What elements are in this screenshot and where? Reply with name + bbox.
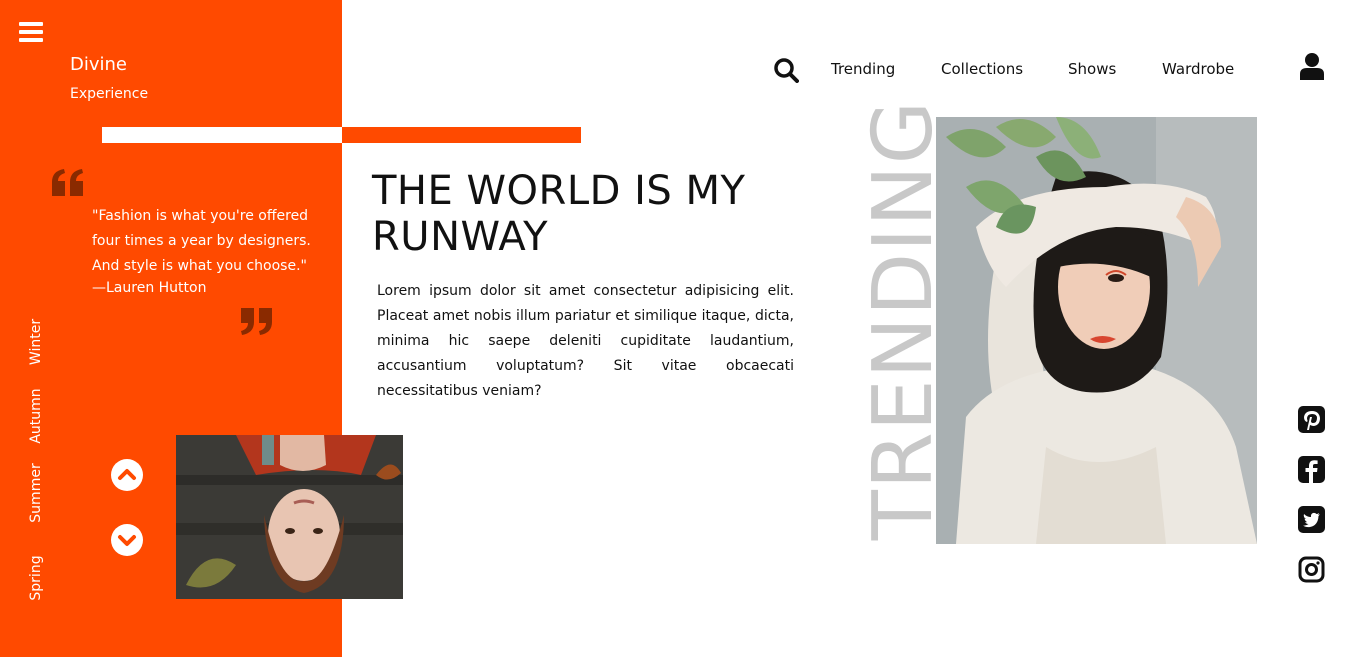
season-nav: Winter Autumn Summer Spring: [22, 300, 50, 610]
quote-close-icon: [241, 308, 272, 335]
season-autumn[interactable]: Autumn: [28, 388, 44, 443]
trending-label: TRENDING: [856, 99, 951, 541]
quote-author: —Lauren Hutton: [92, 280, 207, 296]
chevron-down-circle-icon: [118, 535, 136, 546]
nav-trending[interactable]: Trending: [831, 60, 895, 78]
season-summer[interactable]: Summer: [28, 463, 44, 522]
nav-wardrobe[interactable]: Wardrobe: [1162, 60, 1234, 78]
nav-collections[interactable]: Collections: [941, 60, 1023, 78]
twitter-icon[interactable]: [1298, 506, 1325, 533]
nav-shows[interactable]: Shows: [1068, 60, 1116, 78]
chevron-up-circle-icon: [118, 469, 136, 480]
carousel-down-button[interactable]: [111, 524, 143, 556]
instagram-icon[interactable]: [1298, 556, 1325, 583]
pinterest-icon[interactable]: [1298, 406, 1325, 433]
search-icon[interactable]: [773, 57, 799, 83]
body-text: Lorem ipsum dolor sit amet consectetur a…: [377, 283, 794, 399]
hamburger-menu-icon[interactable]: [19, 22, 43, 42]
thumbnail-photo[interactable]: [176, 435, 403, 599]
headline: THE WORLD IS MY RUNWAY: [372, 168, 746, 260]
progress-fill: [342, 127, 581, 143]
facebook-icon[interactable]: [1298, 456, 1325, 483]
brand-subtitle: Experience: [70, 86, 149, 102]
carousel-up-button[interactable]: [111, 459, 143, 491]
progress-track: [102, 127, 342, 143]
season-spring[interactable]: Spring: [28, 555, 44, 600]
brand-title: Divine: [70, 54, 127, 75]
quote-text: "Fashion is what you're offered four tim…: [92, 208, 311, 274]
hero-photo: [936, 117, 1257, 544]
season-winter[interactable]: Winter: [28, 319, 44, 365]
quote-open-icon: [52, 169, 83, 196]
user-icon[interactable]: [1299, 52, 1325, 80]
